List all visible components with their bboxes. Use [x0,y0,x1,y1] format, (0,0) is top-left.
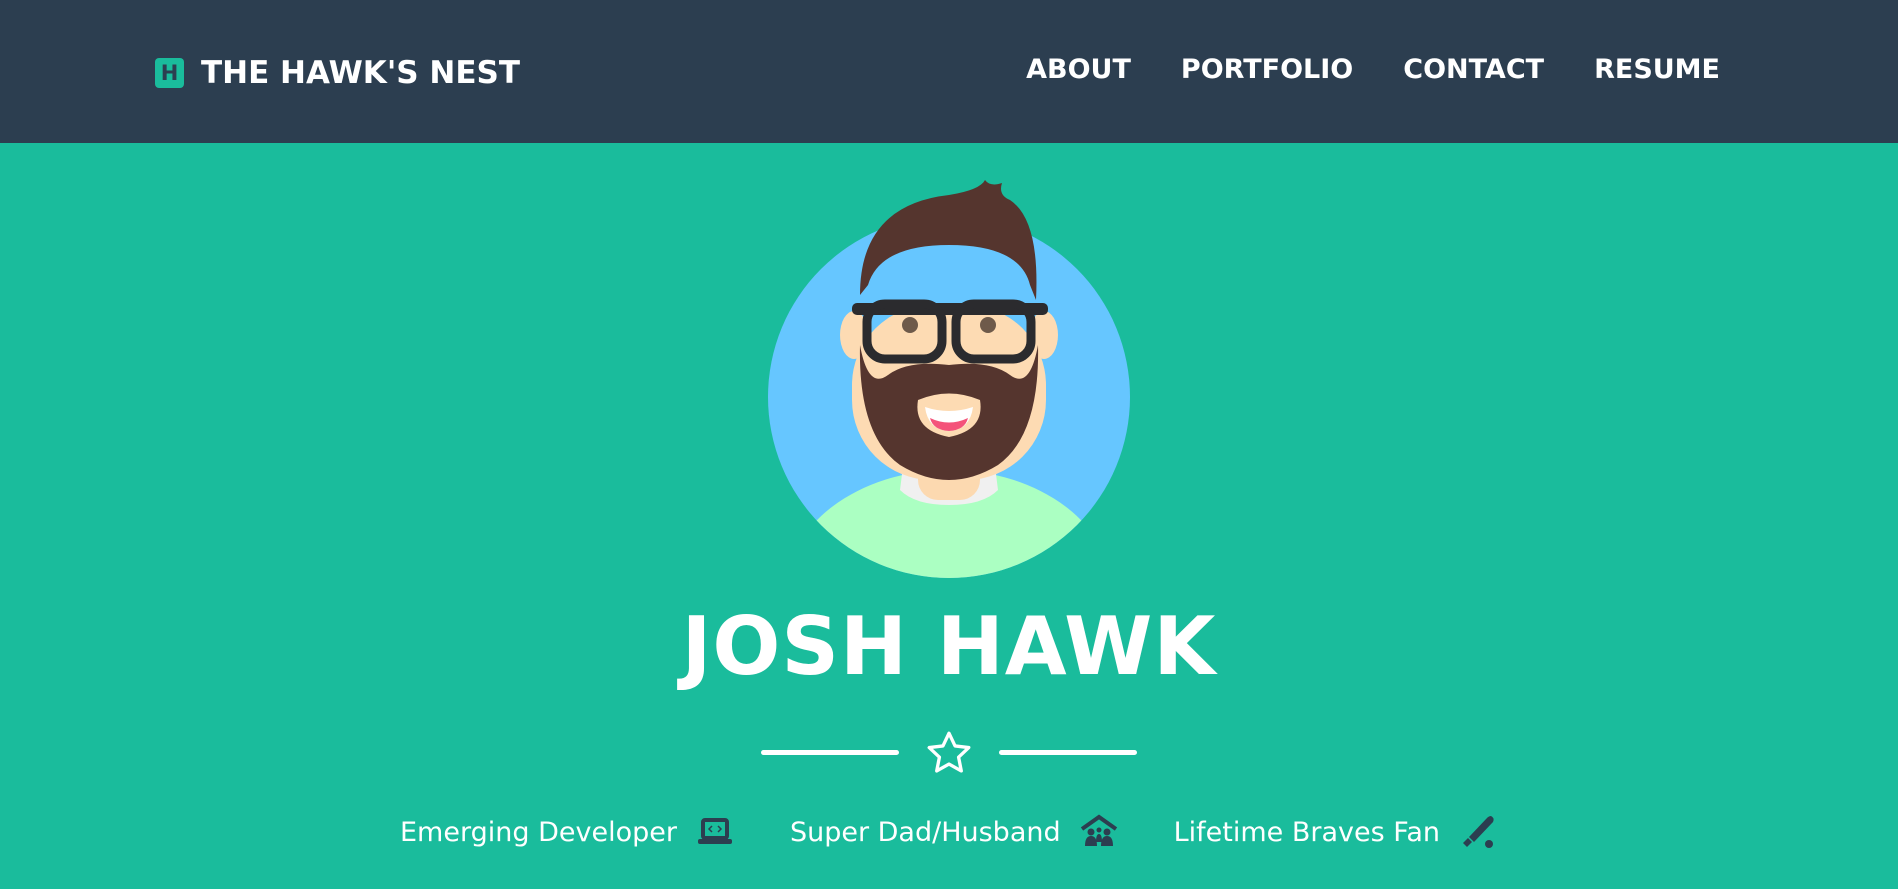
brand-link[interactable]: H THE HAWK'S NEST [155,55,520,91]
avatar [768,180,1130,578]
tag-label: Lifetime Braves Fan [1173,816,1440,848]
divider-line-left [761,750,899,755]
tag-label: Super Dad/Husband [789,816,1061,848]
tag-label: Emerging Developer [400,816,677,848]
laptop-code-icon [697,818,732,844]
baseball-bat-icon [1463,816,1494,848]
hero-name: JOSH HAWK [681,600,1217,693]
nav-resume[interactable]: RESUME [1594,54,1720,85]
tag-developer: Emerging Developer [400,812,735,852]
navbar: H THE HAWK'S NEST ABOUT PORTFOLIO CONTAC… [0,0,1898,143]
nav-links: ABOUT PORTFOLIO CONTACT RESUME [1026,54,1720,85]
star-divider [761,728,1137,778]
star-outline-icon [927,731,971,773]
house-family-icon [1080,814,1117,846]
tag-dad: Super Dad/Husband [790,812,1119,852]
hero-tags: Emerging Developer Super Dad/Husband Lif… [0,812,1898,852]
tag-braves: Lifetime Braves Fan [1174,812,1498,852]
divider-line-right [999,750,1137,755]
nav-contact[interactable]: CONTACT [1403,54,1544,85]
logo-icon: H [155,58,184,88]
nav-portfolio[interactable]: PORTFOLIO [1181,54,1353,85]
nav-about[interactable]: ABOUT [1026,54,1131,85]
brand-title: THE HAWK'S NEST [201,55,521,91]
